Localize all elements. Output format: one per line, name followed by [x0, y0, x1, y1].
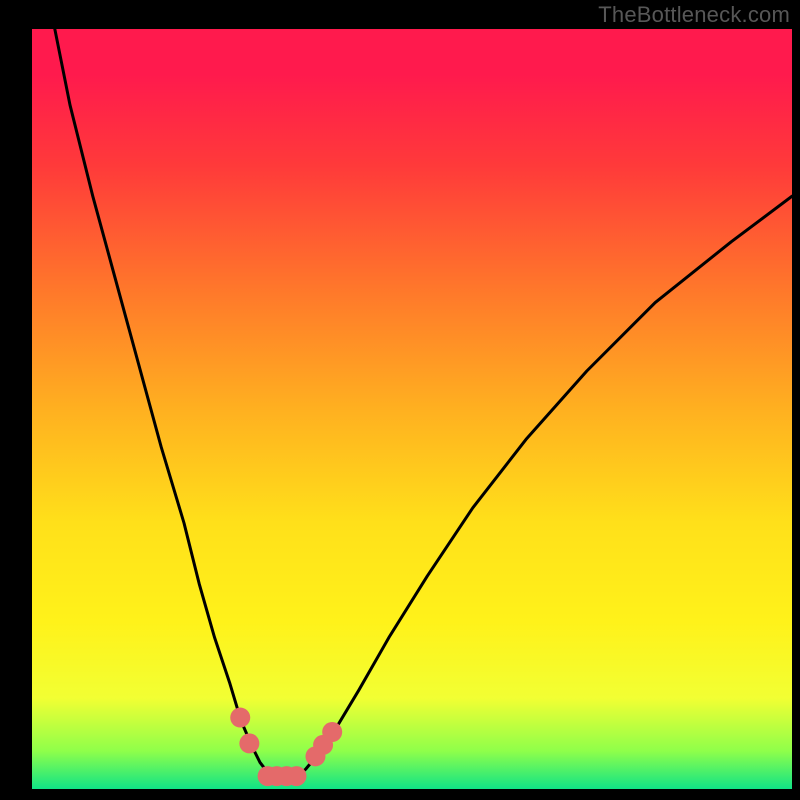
curve-marker	[322, 722, 342, 742]
curve-marker	[239, 733, 259, 753]
bottleneck-curve-path	[55, 29, 792, 779]
curve-marker	[286, 766, 306, 786]
plot-area	[32, 29, 792, 789]
watermark-text: TheBottleneck.com	[598, 2, 790, 28]
curve-marker	[230, 708, 250, 728]
chart-frame: TheBottleneck.com	[0, 0, 800, 800]
bottleneck-curve	[32, 29, 792, 789]
